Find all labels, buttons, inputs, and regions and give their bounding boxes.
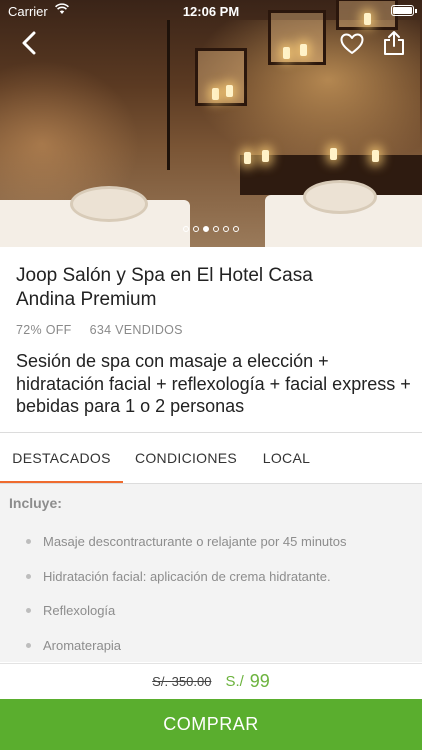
list-item: Masaje descontracturante o relajante por… xyxy=(26,534,347,569)
currency-label: S./ xyxy=(225,673,244,690)
discount-label: 72% OFF xyxy=(16,323,72,337)
highlights-panel: Incluye: Masaje descontracturante o rela… xyxy=(0,484,422,662)
share-button[interactable] xyxy=(380,28,408,58)
buy-button[interactable]: COMPRAR xyxy=(0,699,422,750)
deal-title: Joop Salón y Spa en El Hotel Casa Andina… xyxy=(16,265,313,310)
deal-description: Sesión de spa con masaje a elección + hi… xyxy=(16,351,411,416)
back-button[interactable] xyxy=(14,28,44,58)
clock: 12:06 PM xyxy=(182,4,240,19)
candle xyxy=(212,88,219,100)
candle xyxy=(372,150,379,162)
lamp-light xyxy=(0,60,140,200)
tab-local[interactable]: LOCAL xyxy=(249,433,324,483)
candle xyxy=(300,44,307,56)
original-price: S/. 350.00 xyxy=(152,674,212,689)
tab-destacados[interactable]: DESTACADOS xyxy=(0,433,123,483)
gallery-dot[interactable] xyxy=(203,226,209,232)
gallery-dot[interactable] xyxy=(213,226,219,232)
heart-icon xyxy=(340,33,364,54)
includes-heading: Incluye: xyxy=(9,495,62,511)
deal-meta: 72% OFF 634 VENDIDOS xyxy=(16,323,183,337)
detail-tabs: DESTACADOS CONDICIONES LOCAL xyxy=(0,433,422,483)
candle xyxy=(262,150,269,162)
status-bar: Carrier 12:06 PM xyxy=(0,0,422,22)
candle xyxy=(283,47,290,59)
sold-count: 634 VENDIDOS xyxy=(89,323,183,337)
gallery-page-indicator[interactable] xyxy=(0,226,422,232)
face-cradle xyxy=(70,186,148,222)
candle xyxy=(226,85,233,97)
battery-icon xyxy=(391,5,417,16)
floor-lamp xyxy=(167,20,170,170)
tab-condiciones[interactable]: CONDICIONES xyxy=(123,433,249,483)
gallery-dot[interactable] xyxy=(233,226,239,232)
gallery-dot[interactable] xyxy=(193,226,199,232)
list-item: Reflexología xyxy=(26,603,347,638)
price-bar: S/. 350.00 S./ 99 xyxy=(0,663,422,699)
candle xyxy=(244,152,251,164)
candle xyxy=(330,148,337,160)
share-icon xyxy=(384,31,404,55)
wall-shelf xyxy=(195,48,247,106)
includes-list: Masaje descontracturante o relajante por… xyxy=(26,534,347,672)
gallery-dot[interactable] xyxy=(183,226,189,232)
face-cradle xyxy=(303,180,377,214)
deal-price: 99 xyxy=(249,671,270,691)
favorite-button[interactable] xyxy=(338,30,366,58)
chevron-left-icon xyxy=(22,31,36,55)
gallery-dot[interactable] xyxy=(223,226,229,232)
list-item: Hidratación facial: aplicación de crema … xyxy=(26,569,347,604)
